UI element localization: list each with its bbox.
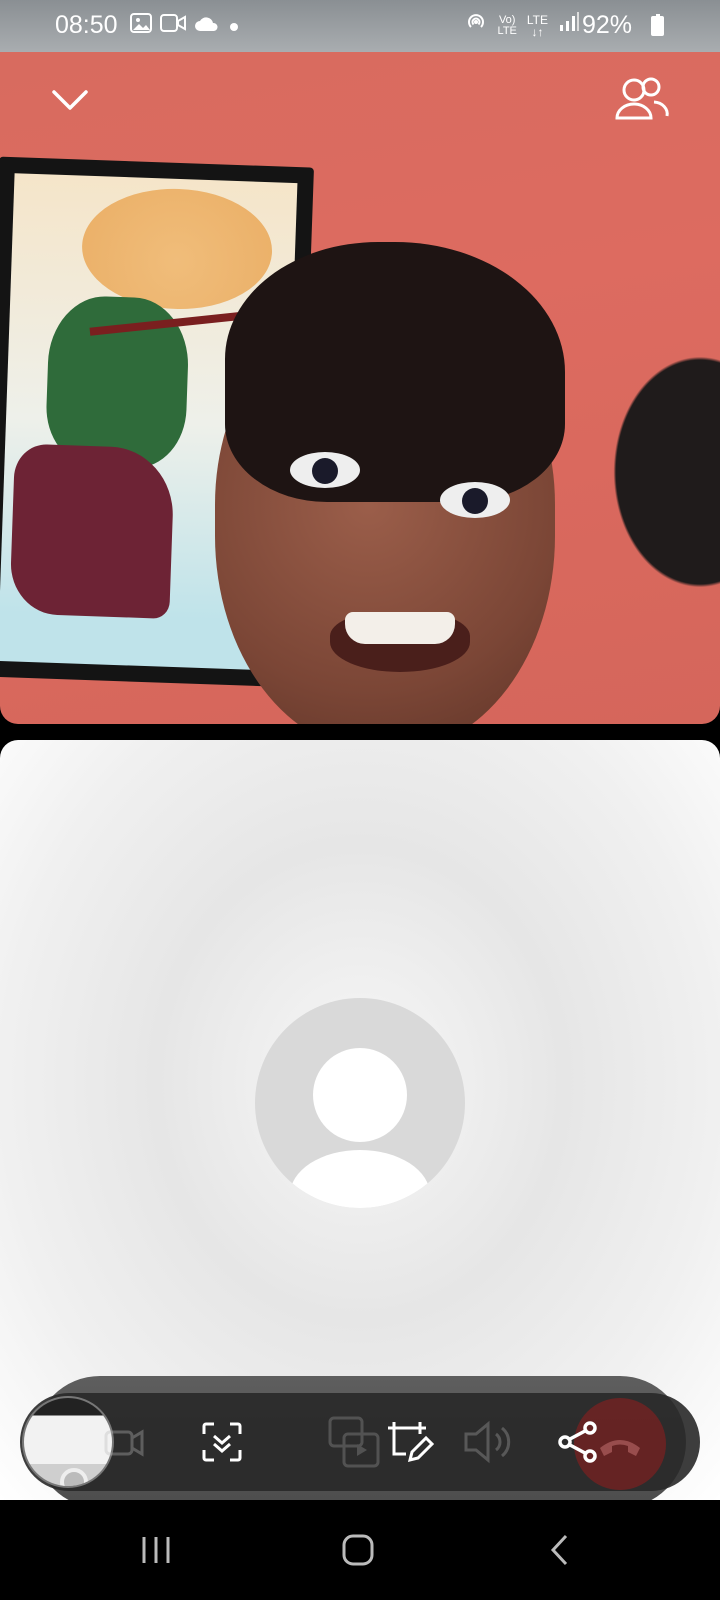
battery-percent: 92%: [581, 11, 632, 39]
camera-toggle-button[interactable]: [92, 1410, 156, 1474]
home-button[interactable]: [318, 1520, 398, 1580]
dot-icon: [228, 12, 240, 40]
camera-off-icon: [104, 1429, 144, 1457]
scan-button[interactable]: [190, 1410, 254, 1474]
status-bar: 08:50 Vo) LTE LTE ↓↑ 92%: [0, 0, 720, 52]
lte-icon: LTE ↓↑: [526, 12, 548, 39]
image-icon: [130, 12, 152, 40]
participants-icon: [615, 77, 669, 120]
edit-frame-icon: [388, 1422, 434, 1463]
cloud-icon: [194, 12, 220, 40]
volte-icon: Vo) LTE: [497, 13, 517, 37]
remote-video-feed: [0, 52, 720, 724]
share-button[interactable]: [546, 1410, 610, 1474]
video-icon: [160, 12, 186, 40]
navigation-bar: [0, 1500, 720, 1600]
minimize-button[interactable]: [42, 72, 98, 128]
media-share-button[interactable]: [322, 1410, 386, 1474]
speaker-icon: [464, 1420, 511, 1464]
hotspot-icon: [464, 10, 488, 41]
battery-icon: [651, 14, 664, 36]
status-right-icons: Vo) LTE LTE ↓↑: [464, 10, 580, 41]
back-icon: [550, 1534, 568, 1566]
recents-button[interactable]: [116, 1520, 196, 1580]
edit-frame-button[interactable]: [378, 1410, 442, 1474]
status-left-icons: [130, 12, 240, 40]
participants-button[interactable]: [614, 72, 670, 128]
chevron-down-icon: [52, 90, 88, 110]
caller-hair: [225, 242, 565, 502]
avatar-placeholder: [255, 998, 465, 1208]
signal-icon: [558, 11, 580, 40]
scan-icon: [202, 1422, 242, 1462]
screen-share-icon: [328, 1416, 380, 1468]
share-icon: [558, 1421, 597, 1463]
status-time: 08:50: [55, 11, 118, 39]
back-button[interactable]: [520, 1520, 600, 1580]
recents-icon: [142, 1537, 170, 1563]
speaker-button[interactable]: [456, 1410, 520, 1474]
home-icon: [342, 1534, 374, 1566]
